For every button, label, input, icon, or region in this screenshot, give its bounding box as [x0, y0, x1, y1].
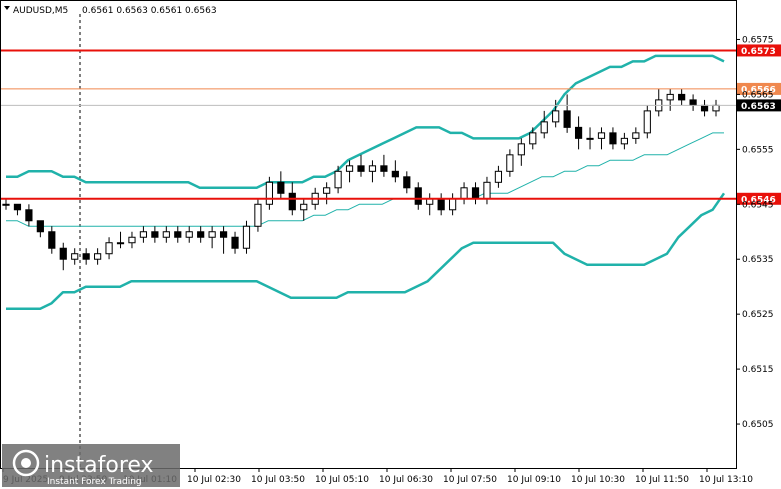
candle-body — [494, 170, 503, 183]
y-tick-label: 0.6565 — [742, 90, 774, 100]
candle-body — [139, 231, 148, 238]
x-tick-label: 10 Jul 05:10 — [315, 475, 369, 485]
candle-body — [632, 132, 640, 139]
candle-body — [609, 132, 617, 145]
candle-body — [368, 165, 377, 172]
candle-body — [666, 93, 674, 101]
candle-body — [540, 121, 548, 134]
candle-body — [277, 181, 285, 194]
candle-body — [25, 209, 33, 222]
y-tick-label: 0.6545 — [742, 200, 774, 210]
candle-body — [460, 187, 468, 200]
candle-body — [403, 176, 411, 189]
candle-body — [563, 110, 571, 128]
candle-body — [414, 187, 422, 205]
candle-body — [643, 110, 651, 134]
x-tick-label: 10 Jul 03:50 — [251, 475, 305, 485]
y-tick-label: 0.6535 — [742, 255, 774, 265]
y-tick-label: 0.6555 — [742, 145, 774, 155]
x-tick-label: 10 Jul 11:50 — [635, 475, 689, 485]
x-tick-label: 10 Jul 09:10 — [507, 475, 561, 485]
y-axis: 0.6575 0.6565 0.6555 0.6545 0.6535 0.6525 0.65… — [736, 35, 774, 430]
candle-body — [689, 99, 697, 106]
current-price-label: 0.6563 — [741, 102, 776, 112]
level-price-label: 0.6573 — [741, 47, 776, 57]
candle-body — [345, 165, 354, 172]
candle-body — [116, 242, 125, 245]
candle-body — [620, 137, 628, 145]
candle-body — [391, 170, 399, 178]
candle-body — [174, 231, 182, 238]
candle-body — [59, 247, 67, 260]
candle-body — [712, 104, 720, 112]
candle-body — [254, 203, 262, 227]
candle-body — [208, 231, 216, 238]
candle-body — [231, 236, 239, 249]
candle-body — [380, 165, 388, 172]
candle-body — [678, 93, 686, 101]
candle-body — [36, 220, 44, 233]
candle-body — [437, 198, 445, 211]
candle-body — [300, 203, 308, 211]
y-tick-label: 0.6515 — [742, 365, 774, 375]
chart-symbol: AUDUSD,M5 — [13, 6, 68, 16]
candle-body — [449, 198, 457, 211]
candle-body — [471, 187, 480, 200]
candle-body — [2, 203, 10, 206]
y-tick-label: 0.6525 — [742, 310, 774, 320]
candle-body — [105, 242, 113, 255]
candle-body — [288, 192, 296, 211]
candle-body — [242, 225, 251, 249]
logo-brand: instaforex — [44, 453, 154, 478]
chart-ohlc: 0.6561 0.6563 0.6561 0.6563 — [82, 6, 217, 16]
candle-body — [506, 154, 514, 172]
candle-body — [323, 187, 331, 194]
candle-body — [517, 143, 525, 156]
candle-body — [94, 253, 102, 260]
candle-body — [219, 231, 228, 238]
candle-body — [162, 231, 170, 238]
candle-body — [483, 181, 491, 200]
candle-body — [334, 170, 342, 189]
x-tick-label: 10 Jul 02:30 — [187, 475, 241, 485]
x-tick-label: 10 Jul 07:50 — [443, 475, 497, 485]
candle-body — [197, 231, 205, 238]
candle-body — [700, 104, 709, 112]
candle-body — [13, 203, 22, 211]
candle-body — [265, 181, 273, 205]
x-tick-label: 10 Jul 13:10 — [699, 475, 753, 485]
candle-body — [574, 126, 583, 139]
instaforex-logo: instaforex Instant Forex Trading — [2, 444, 180, 487]
candle-body — [357, 165, 365, 172]
y-tick-label: 0.6575 — [742, 35, 774, 45]
candle-body — [529, 132, 537, 145]
x-tick-label: 10 Jul 10:30 — [571, 475, 625, 485]
candle-body — [597, 132, 606, 139]
candle-body — [71, 253, 79, 260]
y-tick-label: 0.6505 — [742, 420, 774, 430]
price-chart[interactable]: AUDUSD,M5 0.6561 0.6563 0.6561 0.6563 0.… — [0, 0, 781, 489]
candle-body — [48, 231, 56, 249]
candle-body — [185, 231, 193, 238]
logo-tagline: Instant Forex Trading — [47, 477, 142, 487]
plot-frame — [0, 0, 737, 469]
candle-body — [552, 110, 560, 123]
candle-body — [82, 253, 90, 260]
x-tick-label: 10 Jul 06:30 — [379, 475, 433, 485]
candle-body — [128, 236, 136, 244]
candle-body — [586, 137, 594, 140]
candle-body — [151, 231, 159, 238]
